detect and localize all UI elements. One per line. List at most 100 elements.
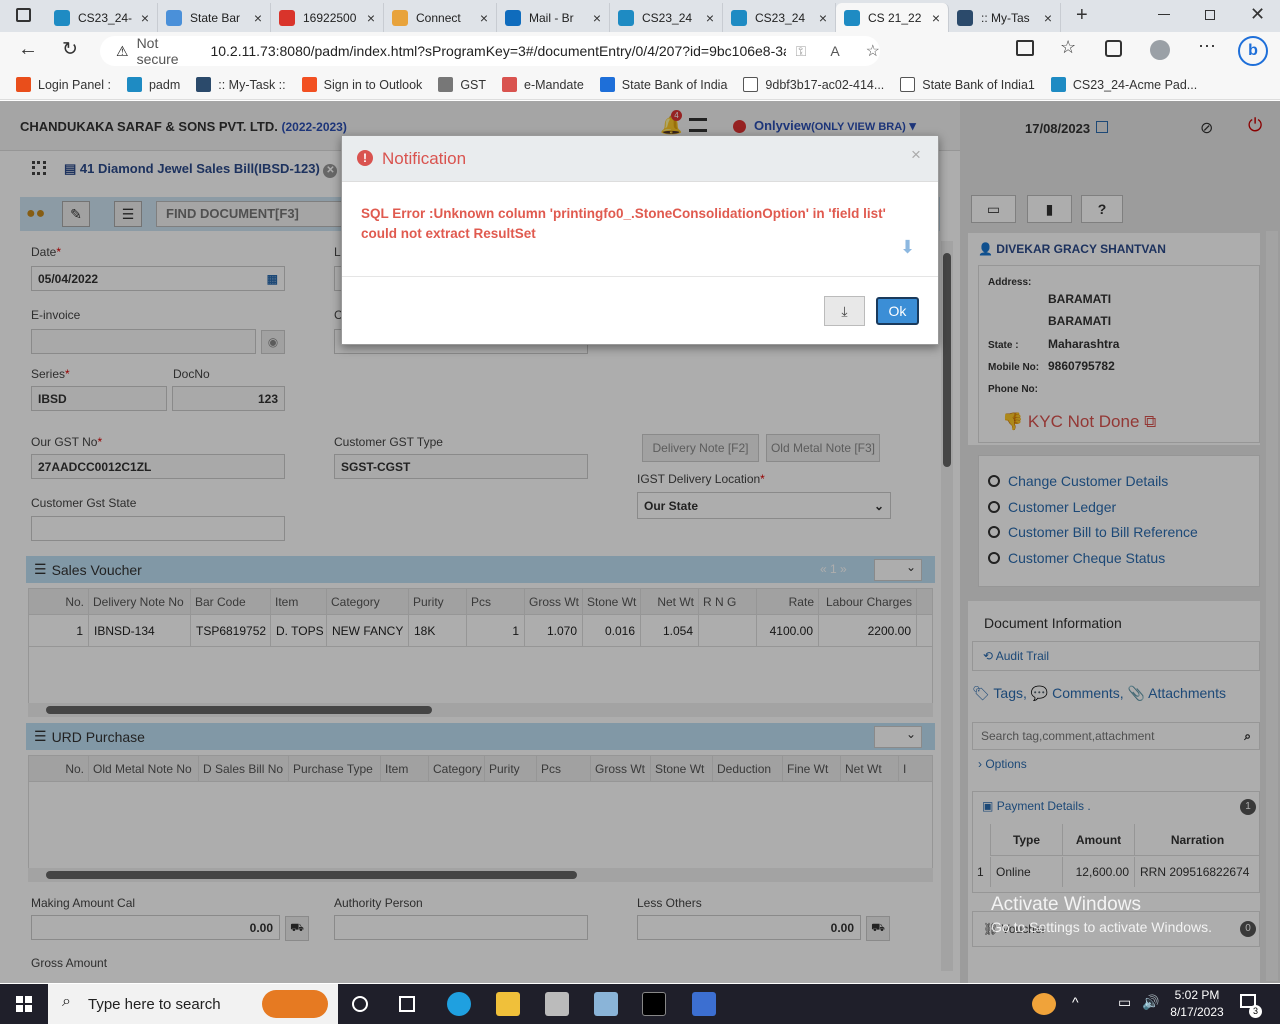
tab-label: CS23_24 — [642, 10, 693, 25]
taskbar-search[interactable]: ⌕ Type here to search — [48, 984, 338, 1024]
browser-tab[interactable]: CS23_24- × — [46, 3, 158, 32]
collections-icon[interactable] — [1105, 40, 1122, 57]
browser-tab[interactable]: State Bar × — [158, 3, 271, 32]
tab-favicon-icon — [957, 9, 973, 26]
browser-tab[interactable]: CS23_24 × — [610, 3, 723, 32]
vs-icon[interactable] — [692, 992, 716, 1016]
bookmark-favicon-icon — [196, 77, 212, 92]
browser-tab-bar: CS23_24- × State Bar × 16922500 × Connect × Mail… — [0, 0, 1280, 32]
browser-tab[interactable]: CS 21_22 × — [836, 3, 949, 32]
back-icon[interactable]: ← — [18, 38, 38, 61]
browser-tab[interactable]: :: My-Tas × — [949, 3, 1061, 32]
tab-favicon-icon — [618, 9, 634, 26]
task-view-icon[interactable] — [352, 996, 368, 1012]
clock[interactable]: 5:02 PM 8/17/2023 — [1166, 987, 1228, 1021]
bookmark-item[interactable]: :: My-Task :: — [196, 77, 286, 92]
widgets-icon[interactable] — [399, 996, 415, 1012]
bookmark-favicon-icon — [16, 77, 31, 92]
download-button[interactable]: ⤓ — [824, 296, 865, 326]
app-page: CHANDUKAKA SARAF & SONS PVT. LTD. (2022-… — [0, 101, 1280, 983]
security-label: Not secure — [136, 35, 179, 67]
close-tab-icon[interactable]: × — [367, 10, 375, 26]
key-icon: ⚿ — [795, 42, 807, 59]
bookmark-favicon-icon — [1050, 77, 1066, 92]
bookmark-item[interactable]: Login Panel : — [16, 77, 111, 92]
bookmark-item[interactable]: padm — [126, 77, 181, 92]
close-window-button[interactable]: ✕ — [1250, 4, 1265, 25]
profile-avatar[interactable] — [1150, 40, 1170, 60]
bookmark-label: GST — [460, 77, 487, 92]
extensions-icon[interactable] — [1016, 40, 1034, 56]
bookmark-item[interactable]: CS23_24-Acme Pad... — [1050, 77, 1197, 92]
windows-start-icon[interactable] — [16, 996, 32, 1012]
browser-tab[interactable]: Mail - Br × — [497, 3, 610, 32]
refresh-icon[interactable]: ↻ — [62, 38, 78, 61]
tab-actions-icon[interactable] — [16, 8, 31, 22]
browser-tab[interactable]: CS23_24 × — [723, 3, 836, 32]
bookmark-item[interactable]: 9dbf3b17-ac02-414... — [743, 77, 884, 92]
activate-windows-watermark: Activate Windows Go to Settings to activ… — [991, 894, 1212, 935]
dialog-title: Notification — [382, 149, 467, 168]
tab-label: Mail - Br — [529, 10, 574, 25]
close-tab-icon[interactable]: × — [819, 10, 827, 26]
bookmark-favicon-icon — [743, 77, 759, 92]
ok-button[interactable]: Ok — [876, 297, 919, 325]
close-tab-icon[interactable]: × — [480, 10, 488, 26]
tab-favicon-icon — [166, 9, 182, 26]
bookmark-favicon-icon — [502, 77, 518, 92]
close-tab-icon[interactable]: × — [593, 10, 601, 26]
bookmark-favicon-icon — [900, 77, 916, 92]
search-highlight-icon — [262, 990, 328, 1018]
bookmark-item[interactable]: State Bank of India — [599, 77, 728, 92]
notification-dialog: ! Notification × SQL Error :Unknown colu… — [341, 135, 939, 345]
dialog-header: ! Notification × — [342, 136, 938, 182]
close-tab-icon[interactable]: × — [254, 10, 262, 26]
volume-icon[interactable]: 🔊 — [1142, 994, 1159, 1011]
browser-tab[interactable]: 16922500 × — [271, 3, 384, 32]
tab-label: CS23_24 — [755, 10, 806, 25]
bookmark-item[interactable]: Sign in to Outlook — [301, 77, 422, 92]
tab-label: CS 21_22 — [868, 10, 922, 25]
bookmark-item[interactable]: State Bank of India1 — [900, 77, 1035, 92]
bookmark-item[interactable]: GST — [438, 77, 486, 92]
dialog-close-icon[interactable]: × — [911, 145, 921, 165]
app-icon[interactable] — [545, 992, 569, 1016]
terminal-icon[interactable] — [642, 992, 666, 1016]
edge-icon[interactable] — [447, 992, 471, 1016]
tray-chevron-icon[interactable]: ^ — [1072, 994, 1079, 1010]
bookmark-label: padm — [148, 77, 181, 92]
bookmark-label: State Bank of India — [621, 77, 728, 92]
camera-icon[interactable] — [594, 992, 618, 1016]
error-message: SQL Error :Unknown column 'printingfo0_.… — [361, 206, 886, 241]
tab-label: :: My-Tas — [981, 10, 1030, 25]
tab-label: State Bar — [190, 10, 241, 25]
star-icon[interactable]: ☆ — [866, 41, 880, 61]
file-explorer-icon[interactable] — [496, 992, 520, 1016]
browser-tab[interactable]: Connect × — [384, 3, 497, 32]
tab-favicon-icon — [844, 9, 860, 26]
arrow-down-icon: ⬇ — [900, 237, 916, 257]
bookmark-favicon-icon — [599, 77, 615, 92]
tab-favicon-icon — [279, 9, 295, 26]
tab-label: Connect — [416, 10, 461, 25]
restore-button[interactable] — [1205, 10, 1215, 20]
tab-favicon-icon — [392, 9, 408, 26]
close-tab-icon[interactable]: × — [141, 10, 149, 26]
read-aloud-icon[interactable]: A — [830, 43, 839, 59]
tab-favicon-icon — [731, 9, 747, 26]
weather-icon[interactable] — [1032, 993, 1056, 1015]
new-tab-button[interactable]: + — [1076, 4, 1088, 27]
close-tab-icon[interactable]: × — [1044, 10, 1052, 26]
close-tab-icon[interactable]: × — [932, 10, 940, 26]
network-icon[interactable]: ▭ — [1118, 994, 1131, 1011]
tab-label: CS23_24- — [78, 10, 133, 25]
url-text: 10.2.11.73:8080/padm/index.html?sProgram… — [210, 43, 786, 59]
bookmark-label: Login Panel : — [38, 77, 111, 92]
menu-icon[interactable]: ⋯ — [1198, 36, 1216, 57]
bing-icon[interactable]: b — [1238, 36, 1268, 66]
minimize-button[interactable] — [1158, 14, 1170, 15]
bookmark-item[interactable]: e-Mandate — [502, 77, 584, 92]
favorites-icon[interactable]: ☆ — [1060, 37, 1076, 58]
url-field[interactable]: ⚠ Not secure 10.2.11.73:8080/padm/index.… — [100, 35, 880, 67]
close-tab-icon[interactable]: × — [706, 10, 714, 26]
